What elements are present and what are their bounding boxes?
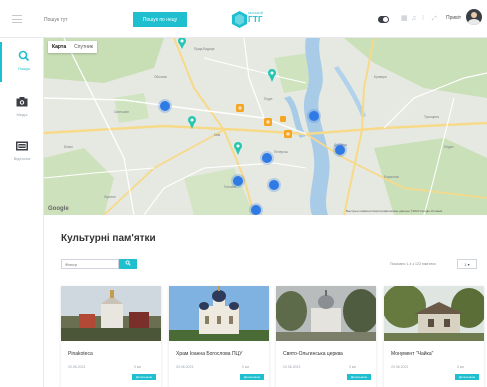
- user-greeting: Привіт: [446, 15, 462, 21]
- map-markers: [158, 38, 347, 215]
- map-marker-cluster[interactable]: [249, 203, 263, 215]
- card-details-button[interactable]: Детальніше: [240, 374, 264, 380]
- filter-search-button[interactable]: [119, 259, 137, 269]
- card-title: Свято-Ольгинська церква: [283, 351, 343, 357]
- google-logo: Google: [48, 206, 69, 212]
- search-icon: [125, 260, 131, 266]
- app-logo[interactable]: МИСЬКИЙ ГТГ: [232, 11, 272, 29]
- card-image[interactable]: [169, 286, 269, 341]
- card-title: Pinakoteca: [68, 351, 93, 357]
- map-marker-cluster[interactable]: [284, 130, 292, 138]
- monuments-section: Культурні пам'ятки Показано 1-4 з 123 па…: [44, 215, 487, 387]
- map-marker-cluster[interactable]: [158, 99, 172, 113]
- card-image[interactable]: [61, 286, 161, 341]
- card-date: 20.06.2021: [176, 365, 194, 369]
- logo-text: ГТГ: [248, 15, 263, 24]
- filter-input[interactable]: [61, 259, 119, 269]
- page-size-select[interactable]: 1 ▾: [457, 259, 477, 269]
- card-distance: 0 км: [457, 365, 464, 369]
- card-details-button[interactable]: Детальніше: [347, 374, 371, 380]
- user-avatar[interactable]: [466, 9, 482, 25]
- sidebar: Пошук Медіа Відеосна: [0, 38, 44, 387]
- card-distance: 0 км: [242, 365, 249, 369]
- map-marker[interactable]: [188, 116, 196, 129]
- card-distance: 0 км: [134, 365, 141, 369]
- map-view[interactable]: Пуща-Водиця Бровари Святошин Київ Голосі…: [44, 38, 487, 215]
- map-marker-cluster[interactable]: [231, 174, 245, 188]
- theme-toggle[interactable]: [378, 16, 389, 23]
- tab-satellite[interactable]: Спутник: [70, 41, 97, 53]
- video-icon: [16, 141, 28, 151]
- card-details-button[interactable]: Детальніше: [132, 374, 156, 380]
- card-title: Монумент "Чайка": [391, 351, 434, 357]
- top-bar: Пошук по нецу МИСЬКИЙ ГТГ ▦ ♫ ⁝ ⤢ Привіт: [0, 0, 487, 38]
- map-marker-cluster[interactable]: [307, 109, 321, 123]
- camera-icon: [16, 97, 28, 107]
- card-date: 20.06.2021: [391, 365, 409, 369]
- hamburger-menu-icon[interactable]: [12, 15, 22, 23]
- map-marker-cluster[interactable]: [333, 143, 347, 157]
- map-marker-cluster[interactable]: [260, 151, 274, 165]
- card-date: 20.06.2021: [68, 365, 86, 369]
- card-distance: 0 км: [349, 365, 356, 369]
- map-attribution[interactable]: Быстрые клавиши Картографические данные …: [346, 209, 442, 213]
- card-image[interactable]: [384, 286, 484, 341]
- map-marker[interactable]: [234, 142, 242, 155]
- map-marker-cluster[interactable]: [280, 116, 286, 122]
- sidebar-item-label: Відеосна: [13, 156, 31, 161]
- info-icon[interactable]: ⁝: [422, 15, 429, 23]
- card-image[interactable]: [276, 286, 376, 341]
- music-icon[interactable]: ♫: [411, 15, 418, 23]
- map-marker[interactable]: [268, 69, 276, 82]
- pagination-summary: Показано 1-4 з 123 пам'яток: [390, 262, 436, 266]
- map-type-tabs: Карта Спутник: [48, 41, 97, 53]
- grid-icon[interactable]: ▦: [401, 15, 408, 23]
- search-input[interactable]: [44, 13, 128, 26]
- monument-card[interactable]: Свято-Ольгинська церква 20.06.2021 0 км …: [276, 286, 376, 387]
- monument-card[interactable]: Монумент "Чайка" 20.06.2021 0 км Детальн…: [384, 286, 484, 387]
- monument-card[interactable]: Pinakoteca 20.06.2021 0 км Детальніше: [61, 286, 161, 387]
- sidebar-item-label: Медіа: [16, 112, 28, 117]
- section-title: Культурні пам'ятки: [61, 233, 156, 244]
- map-marker-cluster[interactable]: [264, 118, 272, 126]
- sidebar-item-label: Пошук: [17, 66, 31, 71]
- map-marker[interactable]: [178, 38, 187, 49]
- monument-card[interactable]: Храм Іоанна Богослова ПЦУ 20.06.2021 0 к…: [169, 286, 269, 387]
- sidebar-item-video[interactable]: Відеосна: [0, 132, 44, 172]
- card-date: 20.06.2021: [283, 365, 301, 369]
- tab-map[interactable]: Карта: [48, 41, 70, 53]
- search-button[interactable]: Пошук по нецу: [133, 12, 187, 27]
- search-icon: [18, 50, 30, 62]
- card-title: Храм Іоанна Богослова ПЦУ: [176, 351, 243, 357]
- sidebar-item-search[interactable]: Пошук: [0, 42, 44, 82]
- map-marker-cluster[interactable]: [267, 178, 281, 192]
- sidebar-item-media[interactable]: Медіа: [0, 88, 44, 128]
- map-marker-cluster[interactable]: [236, 104, 244, 112]
- card-details-button[interactable]: Детальніше: [455, 374, 479, 380]
- logo-mark-icon: [232, 11, 247, 28]
- fullscreen-icon[interactable]: ⤢: [432, 15, 439, 23]
